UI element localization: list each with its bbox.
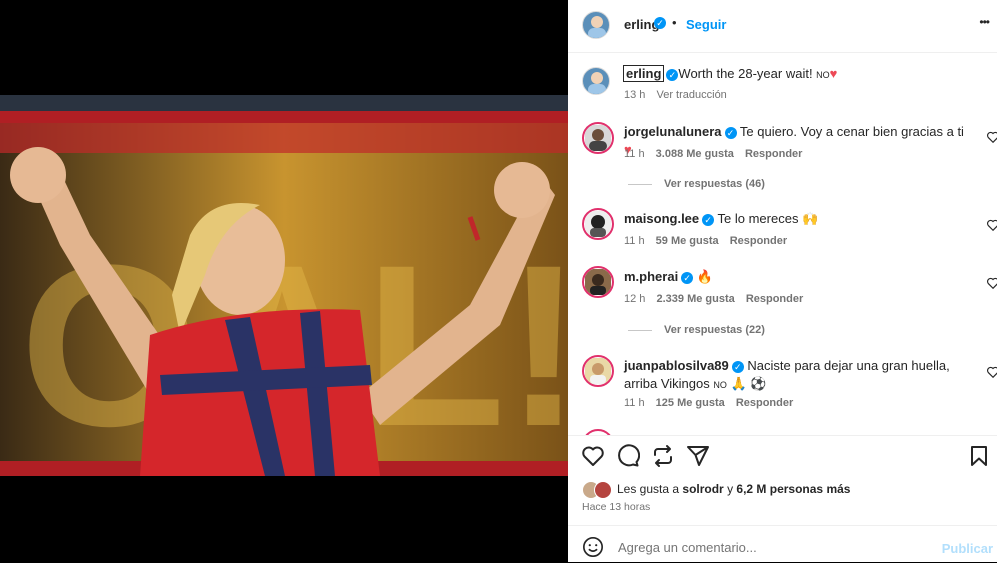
comment-body: maisong.lee ✓ Te lo mereces 🙌 [624,210,964,228]
post-photo[interactable]: OAL! [0,95,568,476]
author-avatar[interactable] [582,11,610,39]
caption-meta: 13 h Ver traducción [624,89,727,101]
post-media-panel: OAL! [0,0,568,562]
post-time[interactable]: Hace 13 horas [582,501,650,513]
more-options-icon[interactable]: ••• [979,15,990,29]
comment-emoji: 🙏 ⚽ [730,376,767,391]
avatar-image [588,72,606,94]
comment-likes[interactable]: 59 Me gusta [656,235,719,247]
heart-emoji-icon: ♥ [829,66,838,81]
verified-badge-icon: ✓ [724,126,737,139]
comment-time[interactable]: 11 h [624,235,645,247]
avatar-image [588,16,606,38]
verified-badge-icon: ✓ [681,271,694,284]
comment-meta: 12 h 2.339 Me gusta Responder [624,293,803,305]
comment-item: jorgelunalunera ✓ Te quiero. Voy a cenar … [582,120,997,198]
commenter-username[interactable]: jorgelunalunera [624,124,722,139]
caption-time[interactable]: 13 h [624,89,645,101]
like-comment-icon[interactable] [986,218,997,232]
save-icon[interactable] [967,444,991,468]
view-replies-row: Ver respuestas (46) [628,178,765,190]
comment-meta: 11 h 3.088 Me gusta Responder [624,148,802,160]
translate-link[interactable]: Ver traducción [656,89,726,101]
reply-button[interactable]: Responder [730,235,787,247]
caption-username[interactable]: erling [622,65,665,82]
caption-avatar[interactable] [582,67,610,95]
comment-meta: 11 h 125 Me gusta Responder [624,397,793,409]
replies-line [628,329,652,331]
comment-item: maisong.lee ✓ Te lo mereces 🙌 11 h 59 Me … [582,208,997,248]
comment-text: Te quiero. Voy a cenar bien gracias a ti [739,124,964,139]
comment-time[interactable]: 11 h [624,397,645,409]
view-replies-link[interactable]: Ver respuestas (46) [664,178,765,190]
avatar-image [585,211,611,237]
comment-likes[interactable]: 2.339 Me gusta [656,293,734,305]
comment-body: m.pherai ✓ 🔥 [624,268,964,286]
reply-button[interactable]: Responder [736,397,793,409]
comment-text: Te lo mereces 🙌 [717,211,819,226]
verified-badge-icon: ✓ [702,213,715,226]
post-photo-illustration: OAL! [0,95,568,476]
emoji-icon[interactable] [582,536,604,558]
avatar-image [585,358,611,384]
post-details-panel: erling ✓ • Seguir ••• erling ✓ Worth the 2… [568,0,997,562]
norway-flag: NO [816,70,830,80]
likes-summary: Les gusta a solrodr y 6,2 M personas más [582,480,982,500]
commenter-avatar[interactable] [582,355,614,387]
commenter-username[interactable]: juanpablosilva89 [624,358,729,373]
verified-badge-icon: ✓ [666,68,679,81]
norway-flag: NO [713,380,727,390]
replies-line [628,183,652,185]
reply-button[interactable]: Responder [745,148,802,160]
follow-button[interactable]: Seguir [686,17,726,32]
comment-likes[interactable]: 3.088 Me gusta [656,148,734,160]
publish-button[interactable]: Publicar [942,541,993,556]
comment-likes[interactable]: 125 Me gusta [656,397,725,409]
comment-time[interactable]: 12 h [624,293,645,305]
comment-item: juanpablosilva89 ✓ Naciste para dejar una… [582,355,997,415]
comment-item: m.pherai ✓ 🔥 12 h 2.339 Me gusta Responde… [582,266,997,342]
repost-icon[interactable] [651,444,675,468]
commenter-username[interactable]: maisong.lee [624,211,699,226]
liker-username[interactable]: solrodr [682,482,723,496]
likes-count-link[interactable]: 6,2 M personas más [736,482,850,496]
comment-icon[interactable] [616,444,640,468]
share-icon[interactable] [686,444,710,468]
view-replies-link[interactable]: Ver respuestas (22) [664,324,765,336]
liker-avatar[interactable] [594,481,612,499]
like-comment-icon[interactable] [986,365,997,379]
verified-badge-icon: ✓ [654,17,666,29]
like-comment-icon[interactable] [986,276,997,290]
like-icon[interactable] [581,444,605,468]
caption-line: erling ✓ Worth the 28-year wait! NO♥ [622,65,838,84]
caption: erling ✓ Worth the 28-year wait! NO♥ 13 h … [582,65,982,105]
view-replies-row: Ver respuestas (22) [628,324,765,336]
separator-dot: • [672,15,677,30]
add-comment-bar: Publicar [568,525,997,563]
post-actions-bar [568,435,997,476]
comment-input[interactable] [616,536,920,558]
post-header: erling ✓ • Seguir ••• [568,0,997,53]
avatar-image [585,125,611,151]
like-comment-icon[interactable] [986,130,997,144]
avatar-image [585,269,611,295]
likes-text: Les gusta a solrodr y 6,2 M personas más [617,482,850,496]
comment-body: juanpablosilva89 ✓ Naciste para dejar una… [624,357,964,394]
caption-text: Worth the 28-year wait! [678,66,817,81]
likes-middle: y [723,482,737,496]
reply-button[interactable]: Responder [746,293,803,305]
comment-time[interactable]: 11 h [624,148,645,160]
commenter-avatar[interactable] [582,266,614,298]
verified-badge-icon: ✓ [731,360,744,373]
likes-prefix: Les gusta a [617,482,683,496]
comment-meta: 11 h 59 Me gusta Responder [624,235,787,247]
commenter-username[interactable]: m.pherai [624,269,678,284]
commenter-avatar[interactable] [582,122,614,154]
comment-text: 🔥 [696,269,713,284]
commenter-avatar[interactable] [582,208,614,240]
